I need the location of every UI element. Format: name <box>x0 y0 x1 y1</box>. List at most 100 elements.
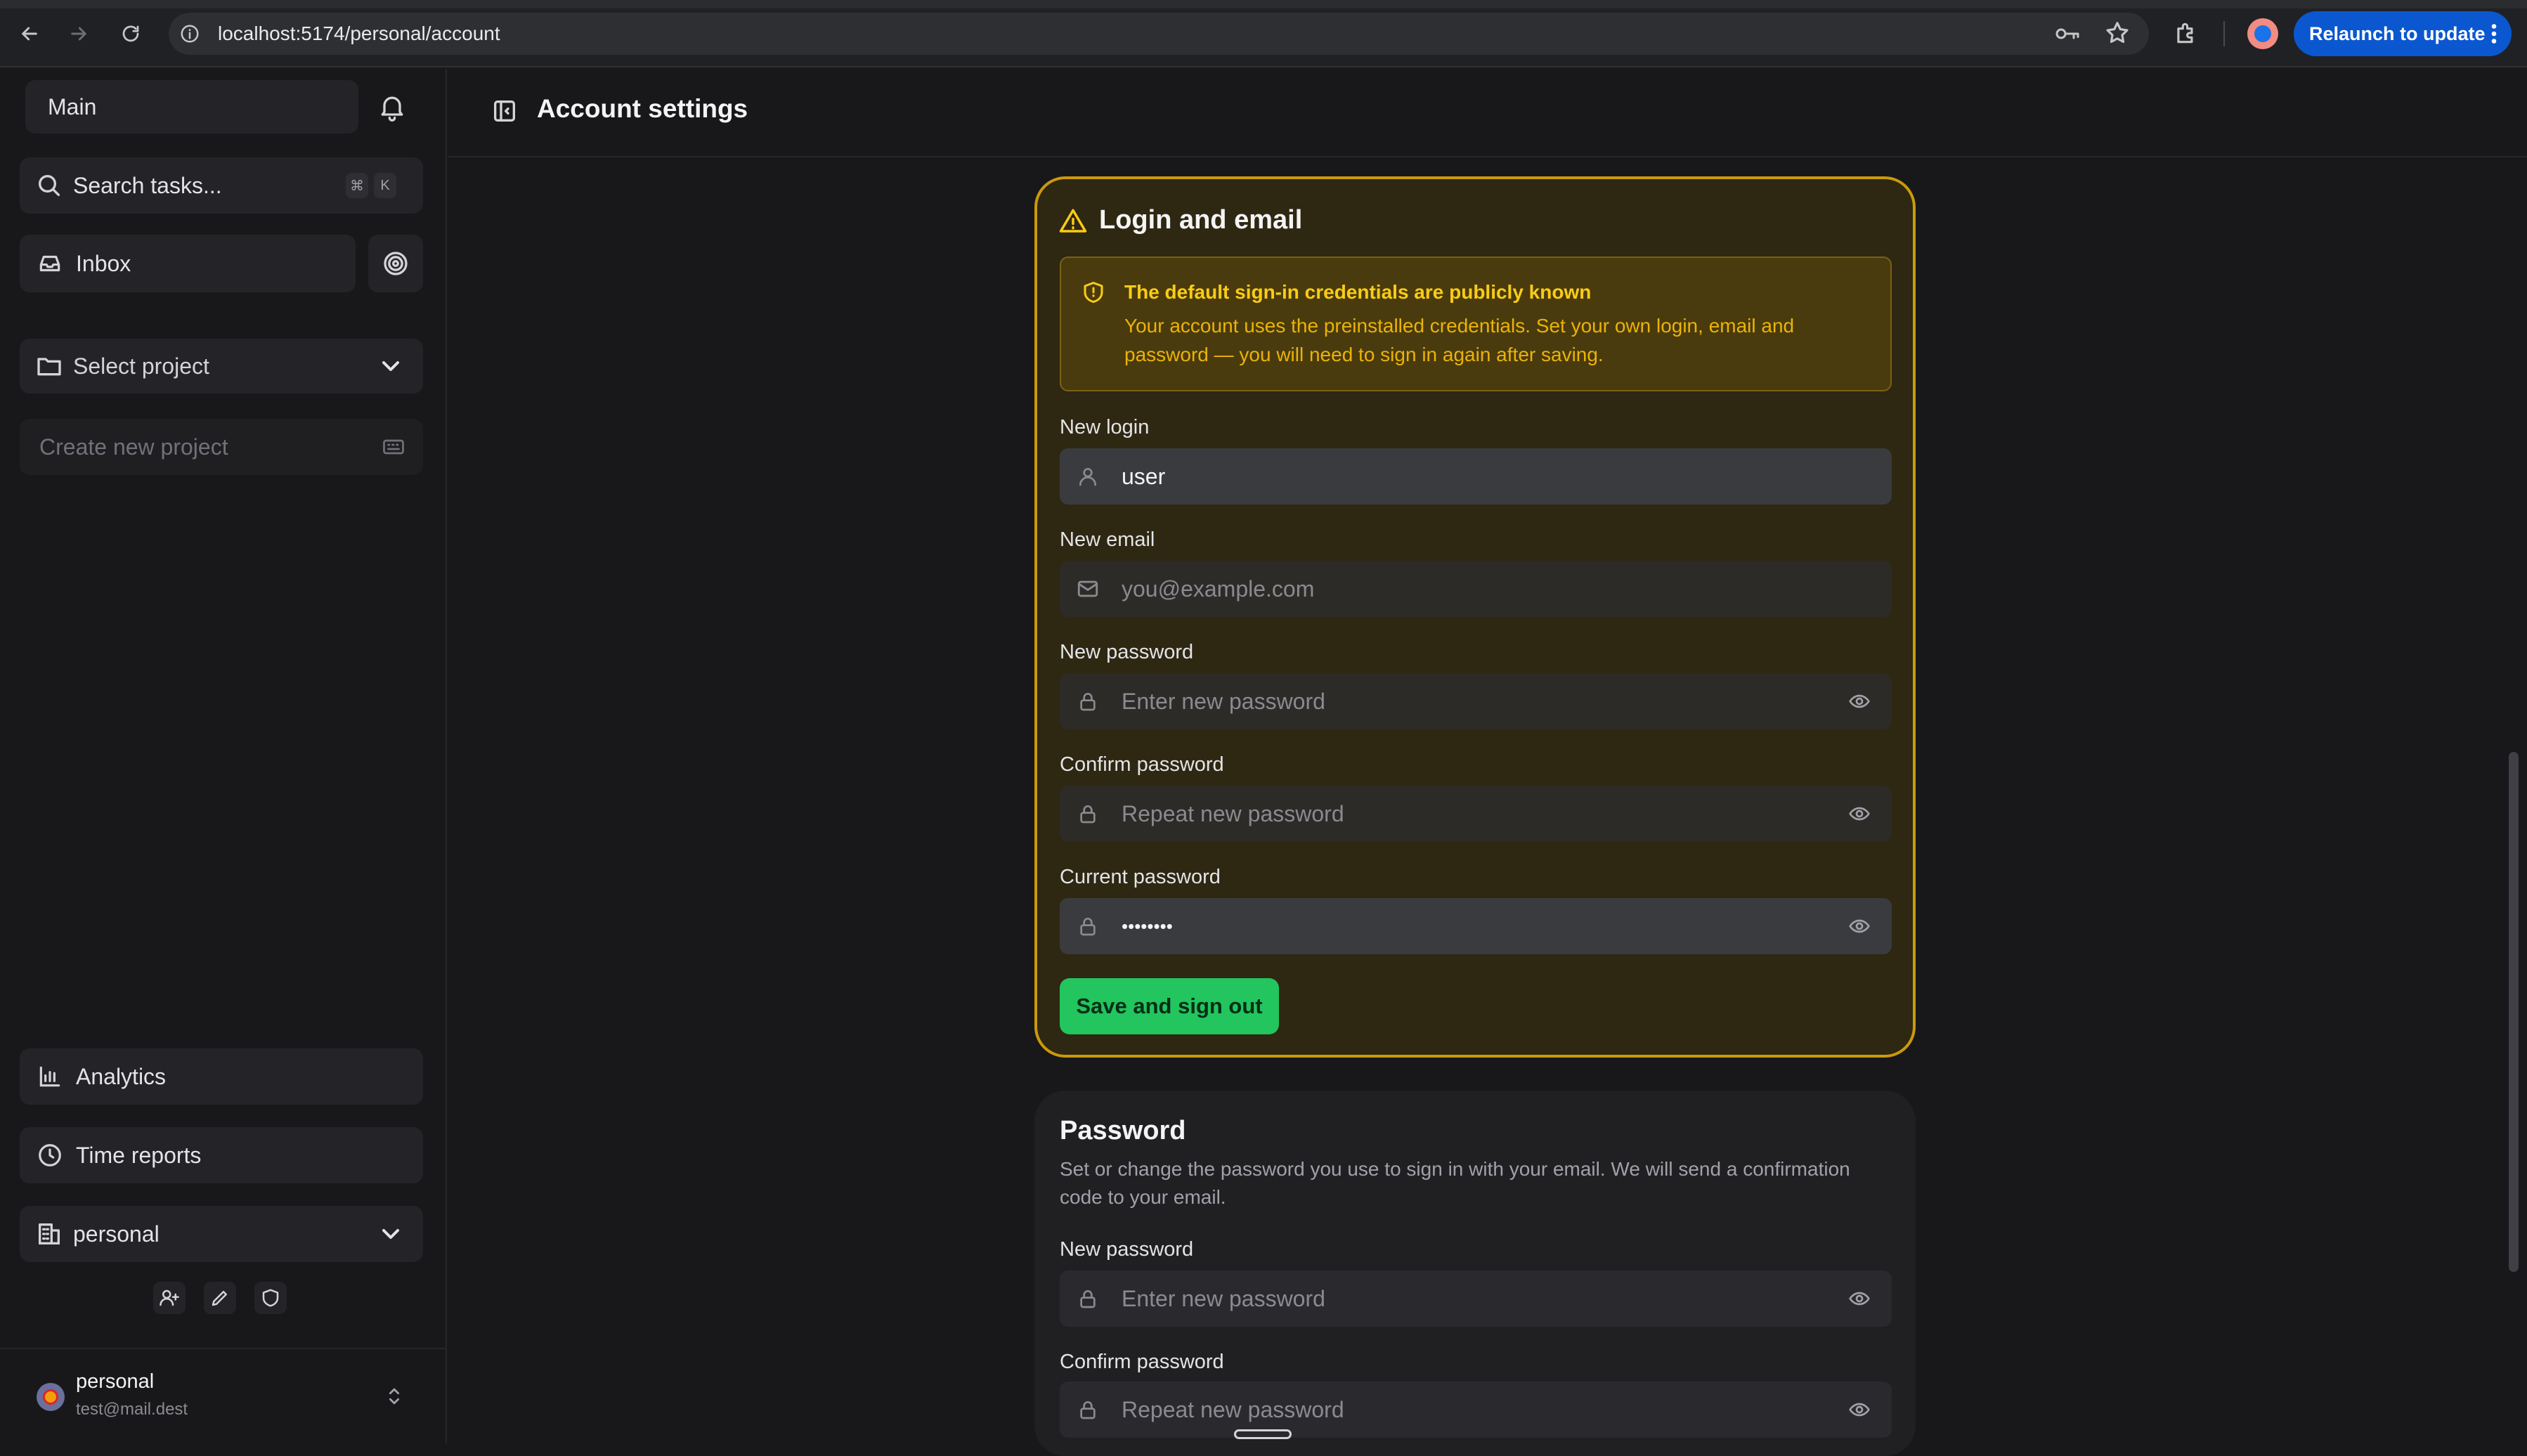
chevron-down-icon <box>377 1220 405 1248</box>
kebab-menu-icon[interactable] <box>2490 21 2497 46</box>
new-login-input[interactable]: user <box>1060 448 1892 505</box>
keyboard-icon <box>381 434 406 460</box>
sidebar-item-analytics[interactable]: Analytics <box>20 1048 423 1105</box>
password-new-label: New password <box>1060 1238 1194 1261</box>
sidebar-toggle-icon[interactable] <box>491 97 519 125</box>
lock-icon <box>1074 687 1102 715</box>
page-title: Account settings <box>537 94 748 123</box>
password-confirm-label: Confirm password <box>1060 1351 1224 1373</box>
alert-title: The default sign-in credentials are publ… <box>1124 281 1592 303</box>
confirm-password-input[interactable]: Repeat new password <box>1060 786 1892 842</box>
project-select[interactable]: Select project <box>20 339 423 394</box>
show-password-eye-icon[interactable] <box>1845 1285 1873 1313</box>
create-project-input[interactable]: Create new project <box>20 419 423 475</box>
tab-strip <box>0 0 2527 8</box>
new-email-placeholder: you@example.com <box>1122 576 1315 602</box>
shield-icon <box>260 1287 281 1308</box>
search-label: Search tasks... <box>73 173 222 198</box>
new-login-value: user <box>1122 464 1166 489</box>
password-card-title: Password <box>1060 1116 1186 1145</box>
clock-icon <box>37 1142 63 1169</box>
confirm-password-label: Confirm password <box>1060 753 1224 776</box>
analytics-label: Analytics <box>76 1064 167 1089</box>
user-email: test@mail.dest <box>76 1400 188 1419</box>
new-password-label: New password <box>1060 641 1194 663</box>
new-email-label: New email <box>1060 528 1155 551</box>
forward-icon[interactable] <box>62 17 96 51</box>
password-confirm-placeholder: Repeat new password <box>1122 1397 1344 1422</box>
chevrons-up-down-icon <box>382 1384 406 1408</box>
organization-select[interactable]: personal <box>20 1206 423 1262</box>
search-icon <box>35 171 63 200</box>
password-key-icon[interactable] <box>2053 21 2081 46</box>
user-avatar <box>37 1383 65 1411</box>
save-and-sign-out-button[interactable]: Save and sign out <box>1060 978 1279 1034</box>
confirm-password-placeholder: Repeat new password <box>1122 801 1344 826</box>
kbd-k: K <box>374 173 396 198</box>
user-plus-icon <box>159 1287 180 1308</box>
new-login-label: New login <box>1060 416 1150 438</box>
profile-avatar-icon[interactable] <box>2247 18 2278 49</box>
password-new-input[interactable]: Enter new password <box>1060 1270 1892 1327</box>
workspace-switcher[interactable]: Main <box>25 80 358 134</box>
extensions-icon[interactable] <box>2173 20 2200 46</box>
current-password-value: •••••••• <box>1122 916 1173 937</box>
user-icon <box>1074 462 1102 490</box>
workspace-label: Main <box>48 94 97 119</box>
chevron-down-icon <box>377 352 405 380</box>
current-password-input[interactable]: •••••••• <box>1060 898 1892 954</box>
sidebar-item-inbox[interactable]: Inbox <box>20 235 356 292</box>
project-select-label: Select project <box>73 353 209 379</box>
scroll-indicator <box>1234 1429 1292 1439</box>
inbox-label: Inbox <box>76 251 131 276</box>
folder-icon <box>35 352 63 380</box>
user-name: personal <box>76 1370 155 1393</box>
new-password-placeholder: Enter new password <box>1122 689 1325 714</box>
show-password-eye-icon[interactable] <box>1845 687 1873 715</box>
sidebar-divider <box>0 1348 447 1349</box>
kbd-cmd: ⌘ <box>346 173 368 198</box>
inbox-icon <box>37 250 63 277</box>
toolbar-divider <box>2223 21 2225 46</box>
notifications-bell-icon[interactable] <box>377 91 408 122</box>
organization-label: personal <box>73 1221 160 1247</box>
site-info-icon[interactable] <box>176 20 204 48</box>
show-password-eye-icon[interactable] <box>1845 912 1873 940</box>
target-icon <box>382 249 410 278</box>
relaunch-to-update-button[interactable]: Relaunch to update <box>2294 11 2512 56</box>
pencil-icon <box>209 1287 230 1308</box>
lock-icon <box>1074 1396 1102 1424</box>
create-project-placeholder: Create new project <box>39 434 228 460</box>
invite-user-button[interactable] <box>153 1282 186 1314</box>
show-password-eye-icon[interactable] <box>1845 800 1873 828</box>
lock-icon <box>1074 912 1102 940</box>
login-card-title: Login and email <box>1099 205 1303 235</box>
lock-icon <box>1074 1285 1102 1313</box>
mail-icon <box>1074 575 1102 603</box>
new-password-input[interactable]: Enter new password <box>1060 673 1892 729</box>
password-confirm-input[interactable]: Repeat new password <box>1060 1382 1892 1438</box>
search-tasks-button[interactable]: Search tasks... ⌘ K <box>20 157 423 214</box>
page-header <box>448 69 2527 157</box>
security-button[interactable] <box>254 1282 287 1314</box>
show-password-eye-icon[interactable] <box>1845 1396 1873 1424</box>
relaunch-label: Relaunch to update <box>2309 22 2486 44</box>
edit-organization-button[interactable] <box>204 1282 236 1314</box>
url-text[interactable]: localhost:5174/personal/account <box>218 20 500 48</box>
focus-target-button[interactable] <box>368 235 423 292</box>
shield-alert-icon <box>1081 280 1106 305</box>
alert-body: Your account uses the preinstalled crede… <box>1124 315 1795 365</box>
current-password-label: Current password <box>1060 866 1221 888</box>
reload-icon[interactable] <box>114 17 148 51</box>
bookmark-star-icon[interactable] <box>2104 20 2131 46</box>
page-scrollbar[interactable] <box>2509 752 2519 1272</box>
password-card-description: Set or change the password you use to si… <box>1060 1158 1850 1208</box>
new-email-input[interactable]: you@example.com <box>1060 561 1892 617</box>
back-icon[interactable] <box>13 17 46 51</box>
lock-icon <box>1074 800 1102 828</box>
user-menu[interactable]: personal test@mail.dest <box>0 1363 447 1429</box>
warning-triangle-icon <box>1058 207 1088 236</box>
bar-chart-icon <box>37 1063 63 1090</box>
building-icon <box>35 1220 63 1248</box>
sidebar-item-time-reports[interactable]: Time reports <box>20 1127 423 1183</box>
